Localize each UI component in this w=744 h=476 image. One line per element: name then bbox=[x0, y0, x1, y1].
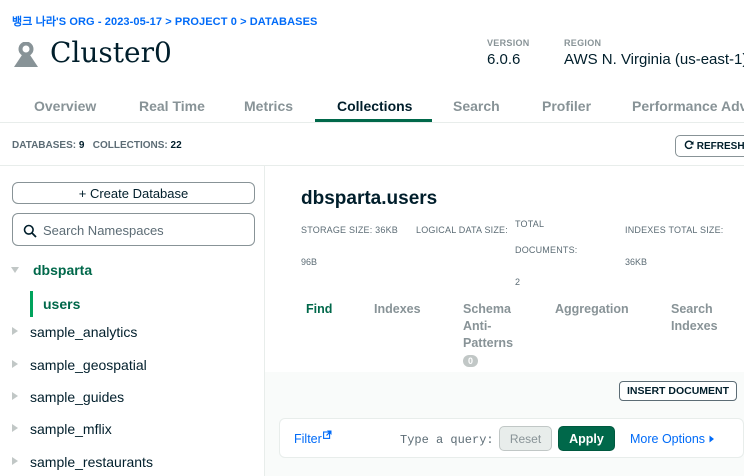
subtab-indexes[interactable]: Indexes bbox=[374, 301, 421, 318]
indexes-size-label: INDEXES TOTAL SIZE: bbox=[625, 225, 724, 235]
tab-collections[interactable]: Collections bbox=[337, 98, 412, 114]
db-label: sample_restaurants bbox=[30, 454, 153, 470]
tab-metrics[interactable]: Metrics bbox=[244, 98, 293, 114]
logical-size-value: 96B bbox=[301, 257, 318, 267]
cluster-name: Cluster0 bbox=[50, 36, 172, 69]
tab-real-time[interactable]: Real Time bbox=[139, 98, 205, 114]
collection-title: dbsparta.users bbox=[301, 188, 438, 209]
reset-button[interactable]: Reset bbox=[499, 426, 552, 451]
collections-label: COLLECTIONS: bbox=[92, 140, 168, 151]
version-label: VERSION bbox=[487, 38, 530, 48]
more-options-link[interactable]: More Options bbox=[630, 432, 715, 446]
total-documents-label-1: TOTAL bbox=[515, 219, 545, 229]
caret-right-icon bbox=[709, 435, 714, 443]
refresh-label: REFRESH bbox=[696, 141, 744, 152]
logical-size-label: LOGICAL DATA SIZE: bbox=[416, 225, 508, 235]
divider bbox=[0, 165, 744, 166]
chevron-right-icon bbox=[12, 457, 18, 465]
region-label: REGION bbox=[564, 38, 602, 48]
tab-search[interactable]: Search bbox=[453, 98, 500, 114]
chevron-right-icon bbox=[12, 360, 18, 368]
db-label: sample_analytics bbox=[30, 324, 138, 340]
total-documents-label-2: DOCUMENTS: bbox=[515, 245, 578, 255]
refresh-button[interactable]: REFRESH bbox=[675, 135, 744, 157]
apply-button[interactable]: Apply bbox=[558, 426, 615, 451]
sidebar-db-sample-guides[interactable]: sample_guides bbox=[0, 387, 264, 409]
namespace-stats: DATABASES: 9 COLLECTIONS: 22 bbox=[12, 140, 182, 151]
external-link-icon bbox=[322, 430, 332, 439]
subtab-aggregation[interactable]: Aggregation bbox=[555, 301, 629, 318]
db-label: sample_geospatial bbox=[30, 357, 147, 373]
collection-label: users bbox=[43, 296, 81, 312]
collections-count: 22 bbox=[170, 140, 182, 151]
namespace-search bbox=[12, 213, 255, 246]
tab-profiler[interactable]: Profiler bbox=[542, 98, 591, 114]
version-value: 6.0.6 bbox=[487, 51, 521, 68]
chevron-right-icon bbox=[12, 392, 18, 400]
db-label: sample_guides bbox=[30, 389, 125, 405]
total-documents-value: 2 bbox=[515, 277, 521, 287]
sidebar-db-dbsparta[interactable]: dbsparta bbox=[0, 260, 264, 282]
chevron-down-icon bbox=[11, 267, 19, 273]
db-label: sample_mflix bbox=[30, 421, 112, 437]
storage-size-value: 36KB bbox=[375, 225, 398, 235]
databases-label: DATABASES: bbox=[12, 140, 77, 151]
breadcrumb[interactable]: 뱅크 나라'S ORG - 2023-05-17 > PROJECT 0 > D… bbox=[12, 13, 317, 29]
active-indicator bbox=[30, 291, 33, 317]
storage-size-label: STORAGE SIZE: 36KB bbox=[301, 225, 398, 235]
sidebar-db-sample-restaurants[interactable]: sample_restaurants bbox=[0, 452, 264, 474]
refresh-icon bbox=[684, 140, 694, 150]
subtab-find[interactable]: Find bbox=[306, 301, 332, 318]
chevron-right-icon bbox=[12, 424, 18, 432]
query-input[interactable] bbox=[400, 432, 495, 448]
search-namespaces-input[interactable] bbox=[43, 221, 248, 239]
cluster-icon bbox=[14, 42, 38, 67]
search-icon bbox=[23, 224, 37, 238]
subtab-schema-anti-patterns[interactable]: Schema Anti- Patterns 0 bbox=[463, 301, 513, 369]
sidebar-collection-users[interactable]: users bbox=[30, 291, 264, 317]
databases-count: 9 bbox=[78, 140, 85, 151]
chevron-right-icon bbox=[12, 327, 18, 335]
subtab-search-indexes[interactable]: Search Indexes bbox=[671, 301, 718, 335]
sidebar-db-sample-geospatial[interactable]: sample_geospatial bbox=[0, 355, 264, 377]
cluster-tabs: Overview Real Time Metrics Collections S… bbox=[0, 84, 744, 123]
filter-link[interactable]: Filter bbox=[294, 430, 332, 446]
active-tab-indicator bbox=[315, 119, 432, 122]
count-badge: 0 bbox=[463, 355, 478, 367]
db-label: dbsparta bbox=[33, 262, 93, 278]
create-database-button[interactable]: + Create Database bbox=[12, 182, 255, 204]
tab-overview[interactable]: Overview bbox=[34, 98, 96, 114]
sidebar-db-sample-mflix[interactable]: sample_mflix bbox=[0, 419, 264, 441]
region-value: AWS N. Virginia (us-east-1) bbox=[564, 51, 744, 68]
insert-document-button[interactable]: INSERT DOCUMENT bbox=[619, 381, 737, 401]
tab-performance-advisor[interactable]: Performance Advisor bbox=[632, 98, 744, 114]
indexes-size-value: 36KB bbox=[625, 257, 648, 267]
sidebar-db-sample-analytics[interactable]: sample_analytics bbox=[0, 322, 264, 344]
